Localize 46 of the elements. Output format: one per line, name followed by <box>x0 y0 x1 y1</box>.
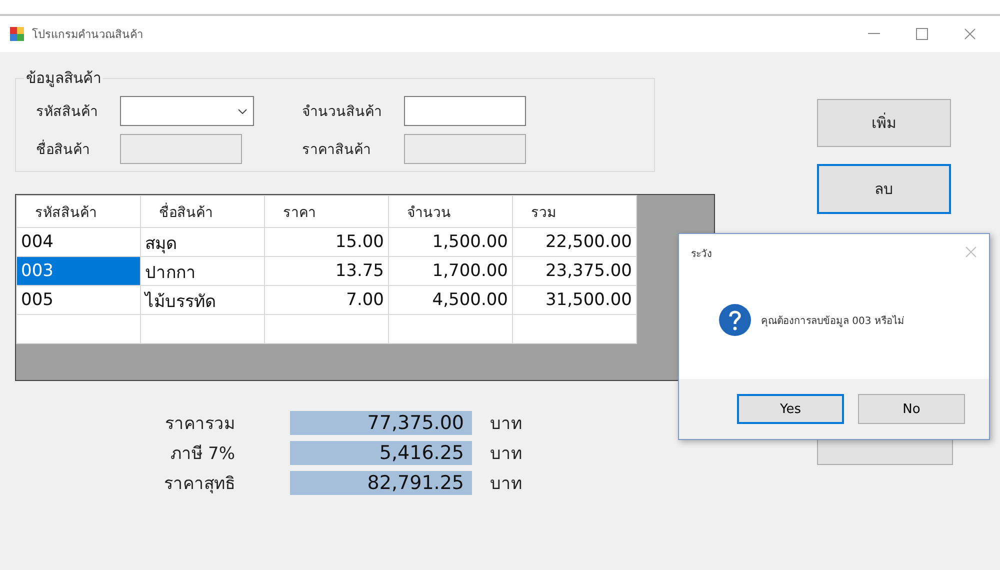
table-cell[interactable]: 004 <box>16 228 140 256</box>
table-cell[interactable]: 13.75 <box>264 256 388 286</box>
total-value: 5,416.25 <box>290 440 472 464</box>
table-cell[interactable]: 15.00 <box>264 228 388 256</box>
table-cell[interactable]: 4,500.00 <box>388 286 512 314</box>
table-cell[interactable]: 1,700.00 <box>388 256 512 286</box>
table-cell[interactable]: 005 <box>16 286 140 314</box>
table-cell[interactable]: 22,500.00 <box>512 228 636 256</box>
action-button[interactable]: เพิ่ม <box>817 99 951 147</box>
group-title: ข้อมูลสินค้า <box>25 68 102 89</box>
field-label: จำนวนสินค้า <box>302 103 383 122</box>
total-value: 82,791.25 <box>290 470 472 494</box>
app-icon <box>10 27 24 41</box>
total-value: 77,375.00 <box>290 410 472 434</box>
table-cell[interactable]: ปากกา <box>140 256 264 286</box>
dialog-message: คุณต้องการลบข้อมูล 003 หรือไม่ <box>761 314 904 328</box>
table-cell[interactable]: 31,500.00 <box>512 286 636 314</box>
action-button[interactable]: ลบ <box>817 164 951 214</box>
maximize-icon[interactable] <box>916 28 928 40</box>
unit-label: บาท <box>489 413 523 436</box>
table-cell[interactable]: 1,500.00 <box>388 228 512 256</box>
total-label: ภาษี 7% <box>170 443 236 466</box>
table-cell[interactable]: สมุด <box>140 228 264 256</box>
total-label: ราคาสุทธิ <box>163 473 236 496</box>
minimize-icon[interactable] <box>868 33 880 35</box>
window-title: โปรแกรมคำนวณสินค้า <box>32 27 144 43</box>
total-label: ราคารวม <box>164 413 236 436</box>
table-cell[interactable]: 7.00 <box>264 286 388 314</box>
dialog-button[interactable]: Yes <box>737 394 844 424</box>
product-code-combo[interactable] <box>120 96 254 126</box>
table-cell[interactable]: 23,375.00 <box>512 256 636 286</box>
dialog-title: ระวัง <box>691 248 712 261</box>
close-icon[interactable] <box>965 246 977 258</box>
field-label: ราคาสินค้า <box>302 141 372 160</box>
question-icon <box>719 304 751 336</box>
close-icon[interactable] <box>964 28 976 40</box>
input-field[interactable] <box>404 96 526 126</box>
dialog-button[interactable]: No <box>858 394 965 424</box>
unit-label: บาท <box>489 473 523 496</box>
dropdown-caret-icon <box>238 108 247 114</box>
column-header[interactable]: รหัสสินค้า <box>16 196 140 228</box>
field-label: รหัสสินค้า <box>36 103 99 122</box>
unit-label: บาท <box>489 443 523 466</box>
table-cell[interactable]: ไม้บรรทัด <box>140 286 264 314</box>
table-cell[interactable]: 003 <box>16 256 140 286</box>
field-label: ชื่อสินค้า <box>36 138 120 160</box>
